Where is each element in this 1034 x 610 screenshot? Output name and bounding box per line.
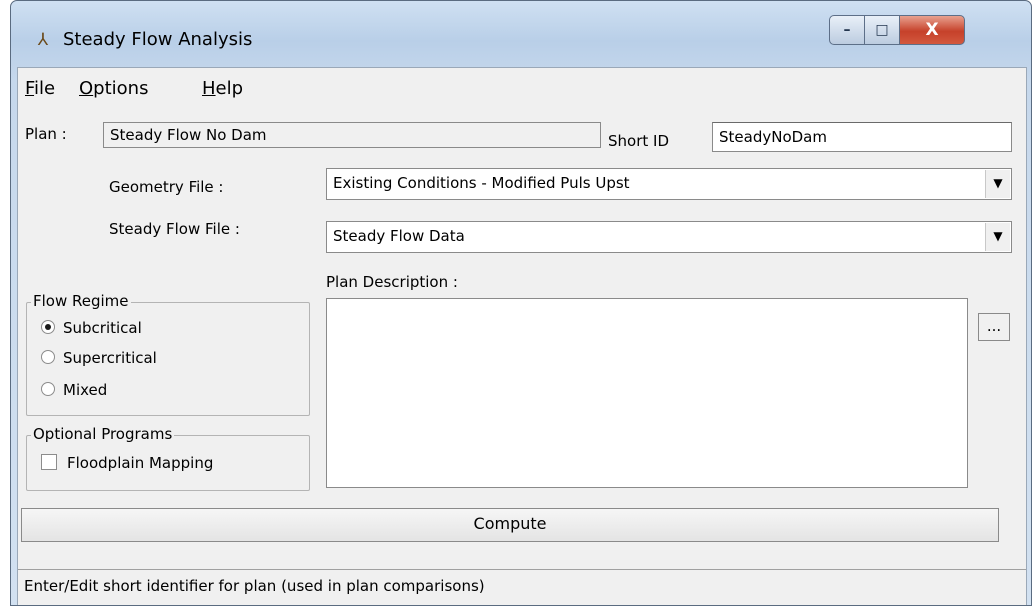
optional-programs-group: Optional Programs Floodplain Mapping [26, 425, 310, 491]
menu-help[interactable]: Help [202, 78, 243, 99]
plan-label: Plan : [25, 125, 67, 143]
steady-flow-window: ⅄ Steady Flow Analysis – □ X File Option… [10, 0, 1032, 606]
steady-flow-file-label: Steady Flow File : [109, 220, 240, 238]
close-icon: X [925, 20, 939, 40]
menu-bar: File Options Help [18, 68, 1026, 102]
program-icon: ⅄ [37, 30, 49, 50]
radio-supercritical[interactable]: Supercritical [41, 349, 157, 367]
plan-description-textarea[interactable] [326, 298, 968, 488]
radio-subcritical[interactable]: Subcritical [41, 319, 142, 337]
plan-title-field[interactable]: Steady Flow No Dam [103, 122, 601, 148]
optional-programs-title: Optional Programs [31, 425, 175, 443]
compute-button[interactable]: Compute [21, 508, 999, 542]
menu-file[interactable]: File [25, 78, 55, 99]
radio-subcritical-indicator[interactable] [41, 320, 55, 334]
floodplain-mapping-option[interactable]: Floodplain Mapping [41, 454, 213, 472]
maximize-icon: □ [875, 22, 889, 38]
geometry-file-select[interactable]: Existing Conditions - Modified Puls Upst… [326, 168, 1012, 200]
geometry-file-label: Geometry File : [109, 178, 224, 196]
geometry-dropdown-icon[interactable]: ▼ [985, 170, 1010, 198]
steady-flow-file-value: Steady Flow Data [333, 227, 465, 245]
mixed-label: Mixed [63, 381, 108, 399]
status-bar: Enter/Edit short identifier for plan (us… [18, 569, 1026, 603]
radio-mixed[interactable]: Mixed [41, 381, 107, 399]
short-id-label: Short ID [608, 132, 669, 150]
steady-flow-file-select[interactable]: Steady Flow Data ▼ [326, 221, 1012, 253]
short-id-field[interactable]: SteadyNoDam [712, 122, 1012, 152]
plan-description-label: Plan Description : [326, 273, 458, 291]
window-title: Steady Flow Analysis [63, 29, 253, 50]
supercritical-label: Supercritical [63, 349, 157, 367]
floodplain-mapping-label: Floodplain Mapping [67, 454, 214, 472]
floodplain-mapping-checkbox[interactable] [41, 454, 57, 470]
steady-flow-dropdown-icon[interactable]: ▼ [985, 223, 1010, 251]
menu-options[interactable]: Options [79, 78, 148, 99]
radio-mixed-indicator[interactable] [41, 382, 55, 396]
close-button[interactable]: X [899, 15, 965, 45]
radio-supercritical-indicator[interactable] [41, 350, 55, 364]
title-bar[interactable]: ⅄ Steady Flow Analysis – □ X [11, 1, 1031, 63]
geometry-file-value: Existing Conditions - Modified Puls Upst [333, 174, 630, 192]
maximize-button[interactable]: □ [864, 15, 900, 45]
description-ellipsis-button[interactable]: ... [978, 313, 1010, 341]
minimize-button[interactable]: – [829, 15, 865, 45]
dialog-client-area: File Options Help Plan : Steady Flow No … [17, 67, 1027, 605]
flow-regime-title: Flow Regime [31, 292, 131, 310]
subcritical-label: Subcritical [63, 319, 142, 337]
flow-regime-group: Flow Regime Subcritical Supercritical Mi… [26, 292, 310, 416]
minimize-icon: – [843, 22, 851, 38]
